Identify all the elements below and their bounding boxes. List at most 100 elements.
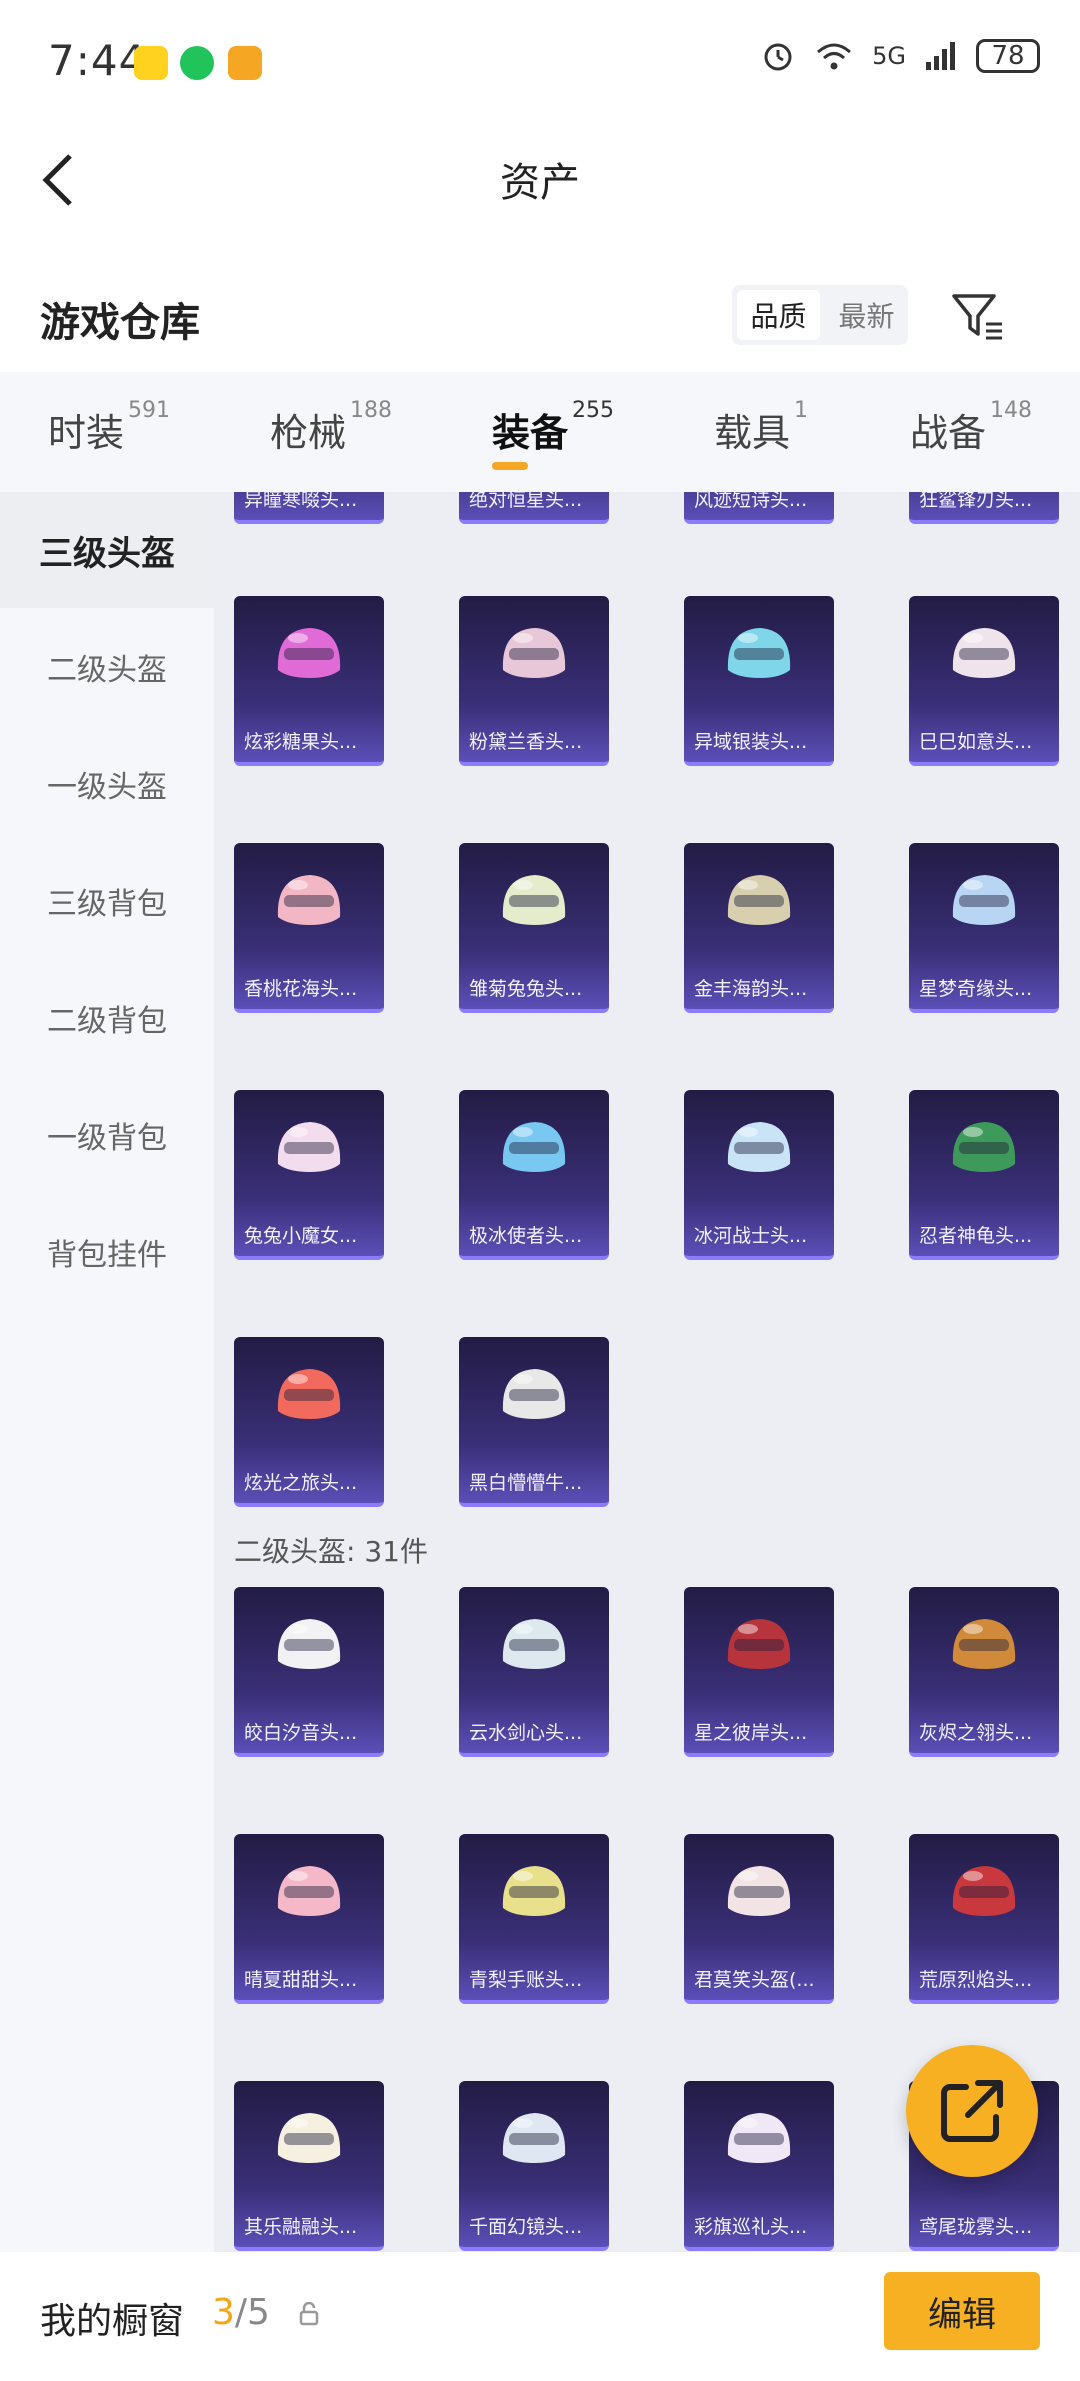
- item-card[interactable]: 金丰海韵头...: [684, 843, 834, 1013]
- helmet-icon: [727, 2113, 791, 2163]
- helmet-icon: [277, 875, 341, 925]
- item-name: 君莫笑头盔(...: [694, 1969, 815, 1991]
- item-name: 晴夏甜甜头...: [244, 1969, 358, 1991]
- item-card[interactable]: 青梨手账头...: [459, 1834, 609, 2004]
- item-card[interactable]: 异瞳寒啜头...: [234, 492, 384, 524]
- tab-fashion[interactable]: 时装591: [48, 398, 170, 457]
- item-card[interactable]: 异域银装头...: [684, 596, 834, 766]
- tab-vehicles[interactable]: 载具1: [714, 398, 808, 457]
- item-card[interactable]: 绝对恒星头...: [459, 492, 609, 524]
- wifi-icon: [817, 43, 852, 70]
- sidebar: 三级头盔 二级头盔 一级头盔 三级背包 二级背包 一级背包 背包挂件: [0, 492, 214, 2252]
- cup-icon: [228, 46, 262, 80]
- helmet-icon: [502, 1369, 566, 1419]
- item-name: 忍者神龟头...: [919, 1225, 1033, 1247]
- tab-supplies[interactable]: 战备148: [910, 398, 1032, 457]
- item-card[interactable]: 晴夏甜甜头...: [234, 1834, 384, 2004]
- sort-toggle: 品质 最新: [732, 285, 908, 345]
- helmet-icon: [277, 1619, 341, 1669]
- sidebar-item-level1-backpack[interactable]: 一级背包: [0, 1077, 214, 1193]
- sidebar-item-level3-helmet[interactable]: 三级头盔: [0, 492, 214, 608]
- tab-equipment[interactable]: 装备255: [492, 398, 614, 457]
- active-tab-indicator: [492, 462, 528, 470]
- item-name: 荒原烈焰头...: [919, 1969, 1033, 1991]
- sidebar-item-level1-helmet[interactable]: 一级头盔: [0, 726, 214, 842]
- item-card[interactable]: 星之彼岸头...: [684, 1587, 834, 1757]
- item-card[interactable]: 彩旗巡礼头...: [684, 2081, 834, 2251]
- page-title: 资产: [500, 160, 580, 206]
- item-card[interactable]: 狂鲨锋刃头...: [909, 492, 1059, 524]
- helmet-icon: [952, 628, 1016, 678]
- filter-icon[interactable]: [950, 288, 1006, 344]
- item-name: 其乐融融头...: [244, 2216, 358, 2238]
- sidebar-item-backpack-pendant[interactable]: 背包挂件: [0, 1194, 214, 1310]
- helmet-icon: [952, 1619, 1016, 1669]
- sidebar-item-level2-backpack[interactable]: 二级背包: [0, 960, 214, 1076]
- item-card[interactable]: 兔兔小魔女...: [234, 1090, 384, 1260]
- helmet-icon: [277, 628, 341, 678]
- item-name: 狂鲨锋刃头...: [919, 492, 1033, 511]
- item-card[interactable]: 巳巳如意头...: [909, 596, 1059, 766]
- sidebar-item-level2-helmet[interactable]: 二级头盔: [0, 609, 214, 725]
- helmet-icon: [502, 875, 566, 925]
- status-time: 7:44: [48, 36, 147, 85]
- item-card[interactable]: 风迹短诗头...: [684, 492, 834, 524]
- item-name: 千面幻镜头...: [469, 2216, 583, 2238]
- helmet-icon: [952, 1122, 1016, 1172]
- item-name: 绝对恒星头...: [469, 492, 583, 511]
- item-name: 鸢尾珑雾头...: [919, 2216, 1033, 2238]
- item-card[interactable]: 灰烬之翎头...: [909, 1587, 1059, 1757]
- helmet-icon: [277, 1122, 341, 1172]
- share-fab[interactable]: [906, 2045, 1038, 2177]
- item-card[interactable]: 极冰使者头...: [459, 1090, 609, 1260]
- item-card[interactable]: 粉黛兰香头...: [459, 596, 609, 766]
- item-card[interactable]: 千面幻镜头...: [459, 2081, 609, 2251]
- item-card[interactable]: 香桃花海头...: [234, 843, 384, 1013]
- helmet-icon: [277, 1369, 341, 1419]
- sort-option-quality[interactable]: 品质: [737, 290, 820, 340]
- item-card[interactable]: 皎白汐音头...: [234, 1587, 384, 1757]
- edit-button[interactable]: 编辑: [884, 2272, 1040, 2350]
- item-card[interactable]: 黑白懵懵牛...: [459, 1337, 609, 1507]
- helmet-icon: [727, 875, 791, 925]
- item-name: 炫光之旅头...: [244, 1472, 358, 1494]
- item-name: 云水剑心头...: [469, 1722, 583, 1744]
- item-card[interactable]: 君莫笑头盔(...: [684, 1834, 834, 2004]
- item-grid: 二级头盔: 31件 异瞳寒啜头... 绝对恒星头... 风迹短诗头... 狂鲨锋刃头.…: [214, 492, 1080, 2252]
- item-card[interactable]: 炫光之旅头...: [234, 1337, 384, 1507]
- helmet-icon: [277, 1866, 341, 1916]
- helmet-icon: [727, 628, 791, 678]
- network-label: 5G: [872, 42, 906, 70]
- item-name: 粉黛兰香头...: [469, 731, 583, 753]
- item-card[interactable]: 荒原烈焰头...: [909, 1834, 1059, 2004]
- item-card[interactable]: 炫彩糖果头...: [234, 596, 384, 766]
- sort-option-latest[interactable]: 最新: [825, 285, 908, 345]
- showcase-label: 我的橱窗: [40, 2301, 185, 2342]
- meituan-icon: [134, 46, 168, 80]
- item-card[interactable]: 其乐融融头...: [234, 2081, 384, 2251]
- item-name: 灰烬之翎头...: [919, 1722, 1033, 1744]
- item-card[interactable]: 冰河战士头...: [684, 1090, 834, 1260]
- signal-icon: [926, 42, 955, 70]
- item-card[interactable]: 云水剑心头...: [459, 1587, 609, 1757]
- wechat-icon: [180, 46, 214, 80]
- helmet-icon: [727, 1122, 791, 1172]
- helmet-icon: [727, 1619, 791, 1669]
- helmet-icon: [502, 1122, 566, 1172]
- item-name: 巳巳如意头...: [919, 731, 1033, 753]
- sidebar-item-level3-backpack[interactable]: 三级背包: [0, 843, 214, 959]
- item-card[interactable]: 忍者神龟头...: [909, 1090, 1059, 1260]
- status-right: 5G 78: [760, 38, 1040, 74]
- helmet-icon: [727, 1866, 791, 1916]
- helmet-icon: [502, 628, 566, 678]
- item-name: 黑白懵懵牛...: [469, 1472, 583, 1494]
- section-label-level2: 二级头盔: 31件: [234, 1535, 428, 1568]
- helmet-icon: [277, 2113, 341, 2163]
- battery-indicator: 78: [976, 39, 1040, 73]
- item-card[interactable]: 星梦奇缘头...: [909, 843, 1059, 1013]
- tab-guns[interactable]: 枪械188: [270, 398, 392, 457]
- item-name: 皎白汐音头...: [244, 1722, 358, 1744]
- item-name: 金丰海韵头...: [694, 978, 808, 1000]
- item-card[interactable]: 雏菊兔兔头...: [459, 843, 609, 1013]
- item-name: 异域银装头...: [694, 731, 808, 753]
